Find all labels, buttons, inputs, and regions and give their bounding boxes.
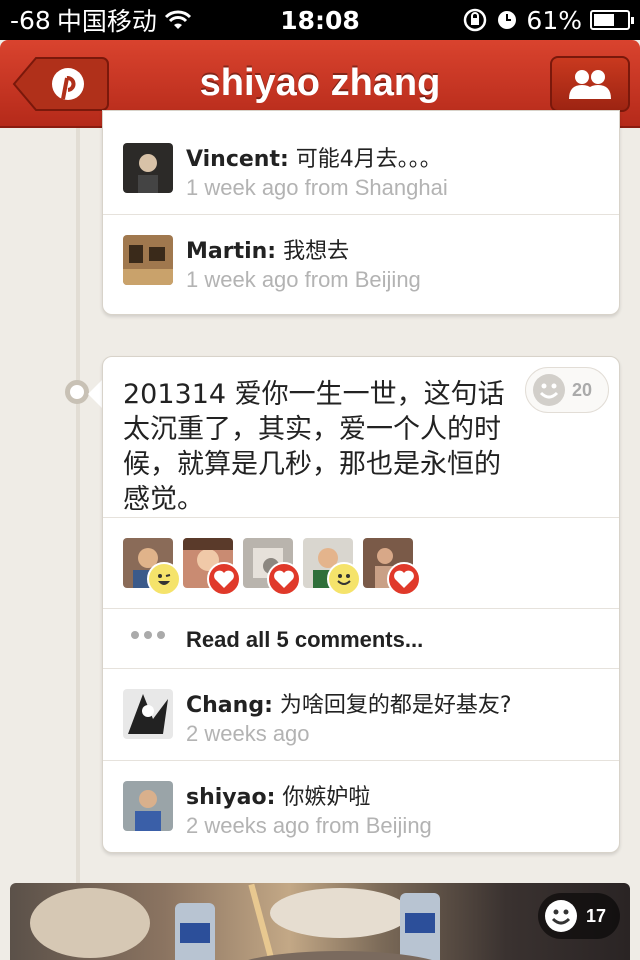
comment-author[interactable]: Vincent: (186, 147, 289, 172)
reactions-row (103, 517, 619, 609)
comment-meta: 2 weeks ago from Beijing (186, 813, 432, 838)
comment-text: Vincent: 可能4月去。。。 (186, 141, 442, 173)
more-dots-icon (131, 631, 165, 639)
reaction-item[interactable] (123, 538, 181, 596)
comment-item[interactable]: Martin: 我想去 1 week ago from Beijing (103, 215, 619, 307)
comment-meta: 1 week ago from Beijing (186, 267, 421, 292)
avatar[interactable] (123, 689, 173, 739)
smile-count: 20 (572, 379, 593, 400)
reaction-item[interactable] (243, 538, 301, 596)
smile-icon (545, 900, 577, 932)
battery-percent: 61% (526, 5, 582, 35)
photo-post[interactable]: 17 (10, 883, 630, 960)
smile-button[interactable]: 20 (525, 367, 609, 413)
smile-badge-icon (147, 562, 181, 596)
comment-author[interactable]: Martin: (186, 239, 276, 264)
comment-meta: 1 week ago from Shanghai (186, 175, 448, 200)
card-pointer (88, 380, 102, 408)
photo-smile-button[interactable]: 17 (538, 893, 620, 939)
smile-badge-icon (327, 562, 361, 596)
smile-icon (533, 374, 565, 406)
comment-item[interactable]: Chang: 为啥回复的都是好基友? 2 weeks ago (103, 669, 619, 761)
comment-text: shiyao: 你嫉妒啦 (186, 779, 370, 811)
comment-author[interactable]: Chang: (186, 693, 273, 718)
signal-strength: -68 (10, 5, 51, 35)
read-all-comments-link[interactable]: Read all 5 comments... (103, 609, 619, 669)
comment-meta: 2 weeks ago (186, 721, 310, 746)
comment-body: 可能4月去。。。 (288, 147, 442, 172)
avatar[interactable] (123, 235, 173, 285)
previous-post-comments: Vincent: 可能4月去。。。 1 week ago from Shangh… (102, 110, 620, 315)
carrier-name: 中国移动 (56, 7, 157, 36)
wifi-icon (163, 9, 193, 31)
friends-button[interactable] (550, 56, 630, 112)
status-time: 18:08 (280, 5, 360, 35)
post-text: 201314 爱你一生一世，这句话太沉重了，其实，爱一个人的时候，就算是几秒，那… (123, 379, 505, 515)
comment-text: Chang: 为啥回复的都是好基友? (186, 687, 512, 719)
page-title: shiyao zhang (199, 62, 441, 104)
comment-body: 你嫉妒啦 (275, 785, 371, 810)
avatar[interactable] (123, 781, 173, 831)
rotation-lock-icon (462, 7, 488, 33)
heart-badge-icon (387, 562, 421, 596)
comment-text: Martin: 我想去 (186, 233, 349, 265)
battery-icon (590, 10, 634, 30)
comment-author[interactable]: shiyao: (186, 785, 275, 810)
reaction-item[interactable] (363, 538, 421, 596)
timeline-dot (65, 380, 89, 404)
reaction-item[interactable] (303, 538, 361, 596)
heart-badge-icon (207, 562, 241, 596)
timeline-line (76, 128, 80, 888)
comment-item[interactable]: Vincent: 可能4月去。。。 1 week ago from Shangh… (103, 123, 619, 215)
reaction-item[interactable] (183, 538, 241, 596)
heart-badge-icon (267, 562, 301, 596)
avatar[interactable] (123, 143, 173, 193)
comment-body: 我想去 (276, 239, 350, 264)
battery-level (594, 14, 614, 26)
comment-body: 为啥回复的都是好基友? (272, 693, 512, 718)
read-all-label: Read all 5 comments... (186, 627, 424, 652)
comment-item[interactable]: shiyao: 你嫉妒啦 2 weeks ago from Beijing (103, 761, 619, 853)
photo-image (30, 883, 440, 960)
smile-count: 17 (586, 905, 607, 926)
friends-icon (569, 70, 611, 99)
clock-icon (496, 9, 518, 31)
status-bar: -68 中国移动 18:08 61% (0, 0, 640, 40)
post-card: 201314 爱你一生一世，这句话太沉重了，其实，爱一个人的时候，就算是几秒，那… (102, 356, 620, 853)
